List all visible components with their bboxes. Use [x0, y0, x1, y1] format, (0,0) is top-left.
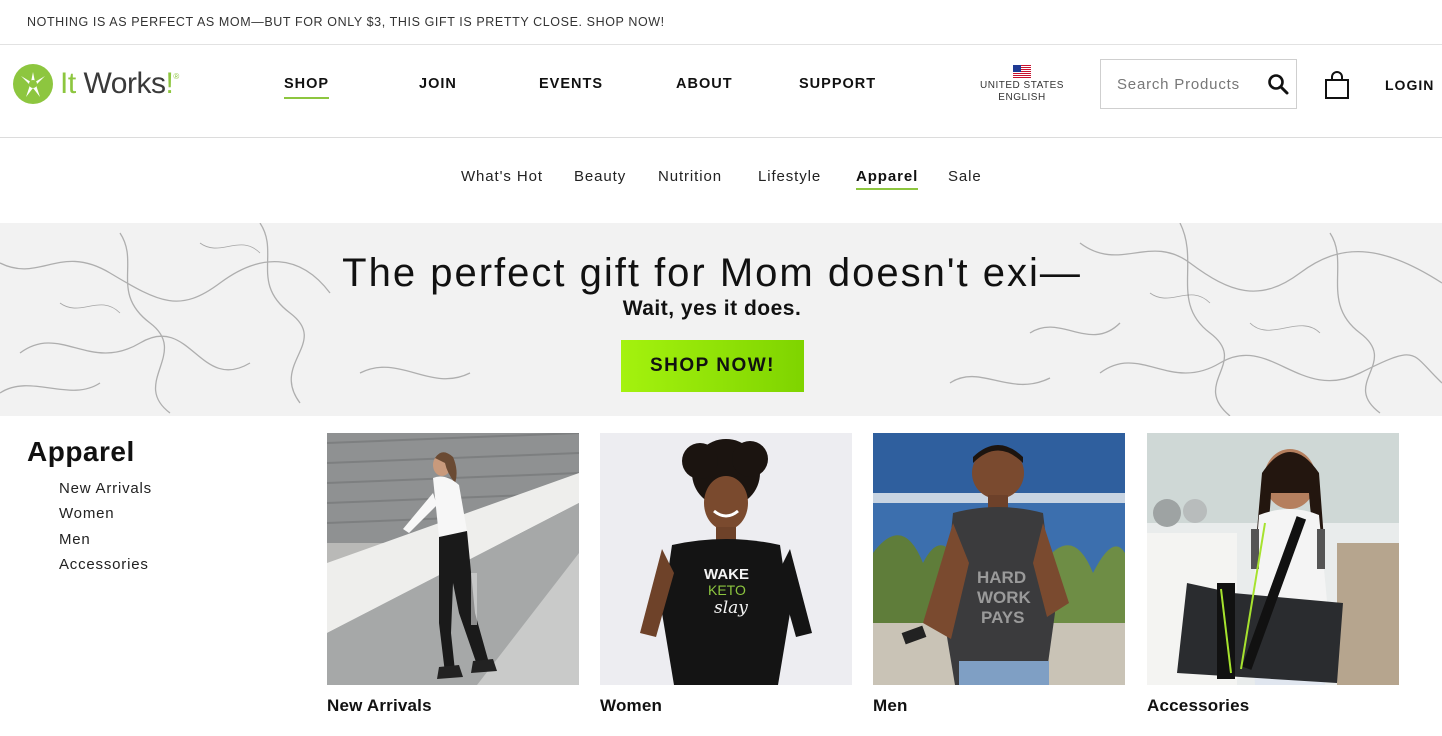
brand-logo[interactable]: It Works!®	[12, 62, 179, 106]
login-link[interactable]: LOGIN	[1385, 77, 1434, 93]
svg-text:PAYS: PAYS	[981, 608, 1024, 627]
woman-in-leggings-photo[interactable]	[327, 433, 579, 685]
subnav-lifestyle[interactable]: Lifestyle	[758, 168, 821, 185]
hero-banner: The perfect gift for Mom doesn't exi— Wa…	[0, 223, 1442, 416]
sidebar-link-women[interactable]: Women	[59, 505, 114, 522]
search-box	[1100, 59, 1297, 109]
nav-support[interactable]: SUPPORT	[799, 76, 876, 92]
subnav-whats-hot[interactable]: What's Hot	[461, 168, 543, 185]
site-header: It Works!® SHOP JOIN EVENTS ABOUT SUPPOR…	[0, 45, 1442, 138]
shopping-bag-icon[interactable]	[1323, 69, 1351, 101]
search-icon[interactable]	[1266, 72, 1290, 96]
tile-label[interactable]: Women	[600, 696, 662, 716]
svg-text:WORK: WORK	[977, 588, 1032, 607]
tile-accessories[interactable]: Accessories	[1147, 433, 1399, 715]
hero-subtitle: Wait, yes it does.	[622, 297, 802, 320]
announcement-bar[interactable]: NOTHING IS AS PERFECT AS MOM—BUT FOR ONL…	[0, 0, 1442, 45]
region-selector[interactable]: UNITED STATES ENGLISH	[976, 65, 1068, 104]
nav-join[interactable]: JOIN	[419, 76, 457, 92]
woman-in-wake-keto-slay-shirt-photo[interactable]: WAKE KETO slay	[600, 433, 852, 685]
tile-women[interactable]: WAKE KETO slay Women	[600, 433, 852, 715]
subnav-apparel[interactable]: Apparel	[856, 168, 919, 190]
search-input[interactable]	[1101, 60, 1261, 108]
tile-label[interactable]: Accessories	[1147, 696, 1249, 716]
shop-now-button[interactable]: SHOP NOW!	[621, 340, 804, 392]
subnav-beauty[interactable]: Beauty	[574, 168, 626, 185]
logo-works: Works	[75, 67, 166, 100]
region-country: UNITED STATES	[980, 80, 1064, 91]
logo-it: It	[60, 67, 76, 100]
region-language: ENGLISH	[998, 92, 1046, 103]
subnav-sale[interactable]: Sale	[948, 168, 982, 185]
logo-icon	[13, 64, 53, 104]
logo-wordmark: It Works!®	[60, 67, 179, 101]
nav-about[interactable]: ABOUT	[676, 76, 733, 92]
svg-text:HARD: HARD	[977, 568, 1026, 587]
woman-with-duffel-bag-photo[interactable]	[1147, 433, 1399, 685]
sidebar-link-men[interactable]: Men	[59, 531, 91, 548]
tile-new-arrivals[interactable]: New Arrivals	[327, 433, 579, 715]
tile-men[interactable]: HARD WORK PAYS Men	[873, 433, 1125, 715]
subnav-nutrition[interactable]: Nutrition	[658, 168, 722, 185]
svg-text:slay: slay	[714, 598, 748, 618]
sidebar-link-new-arrivals[interactable]: New Arrivals	[59, 480, 152, 497]
tile-label[interactable]: New Arrivals	[327, 696, 432, 716]
svg-text:KETO: KETO	[708, 582, 746, 598]
nav-events[interactable]: EVENTS	[539, 76, 603, 92]
us-flag-icon	[1013, 65, 1031, 78]
logo-registered: ®	[173, 72, 179, 81]
sidebar-link-accessories[interactable]: Accessories	[59, 556, 149, 573]
man-in-hard-work-pays-shirt-photo[interactable]: HARD WORK PAYS	[873, 433, 1125, 685]
hero-title: The perfect gift for Mom doesn't exi—	[342, 251, 1082, 295]
announcement-text[interactable]: NOTHING IS AS PERFECT AS MOM—BUT FOR ONL…	[27, 15, 665, 29]
svg-text:WAKE: WAKE	[704, 566, 749, 583]
category-title: Apparel	[27, 436, 135, 467]
nav-shop[interactable]: SHOP	[284, 76, 330, 99]
tile-label[interactable]: Men	[873, 696, 908, 716]
